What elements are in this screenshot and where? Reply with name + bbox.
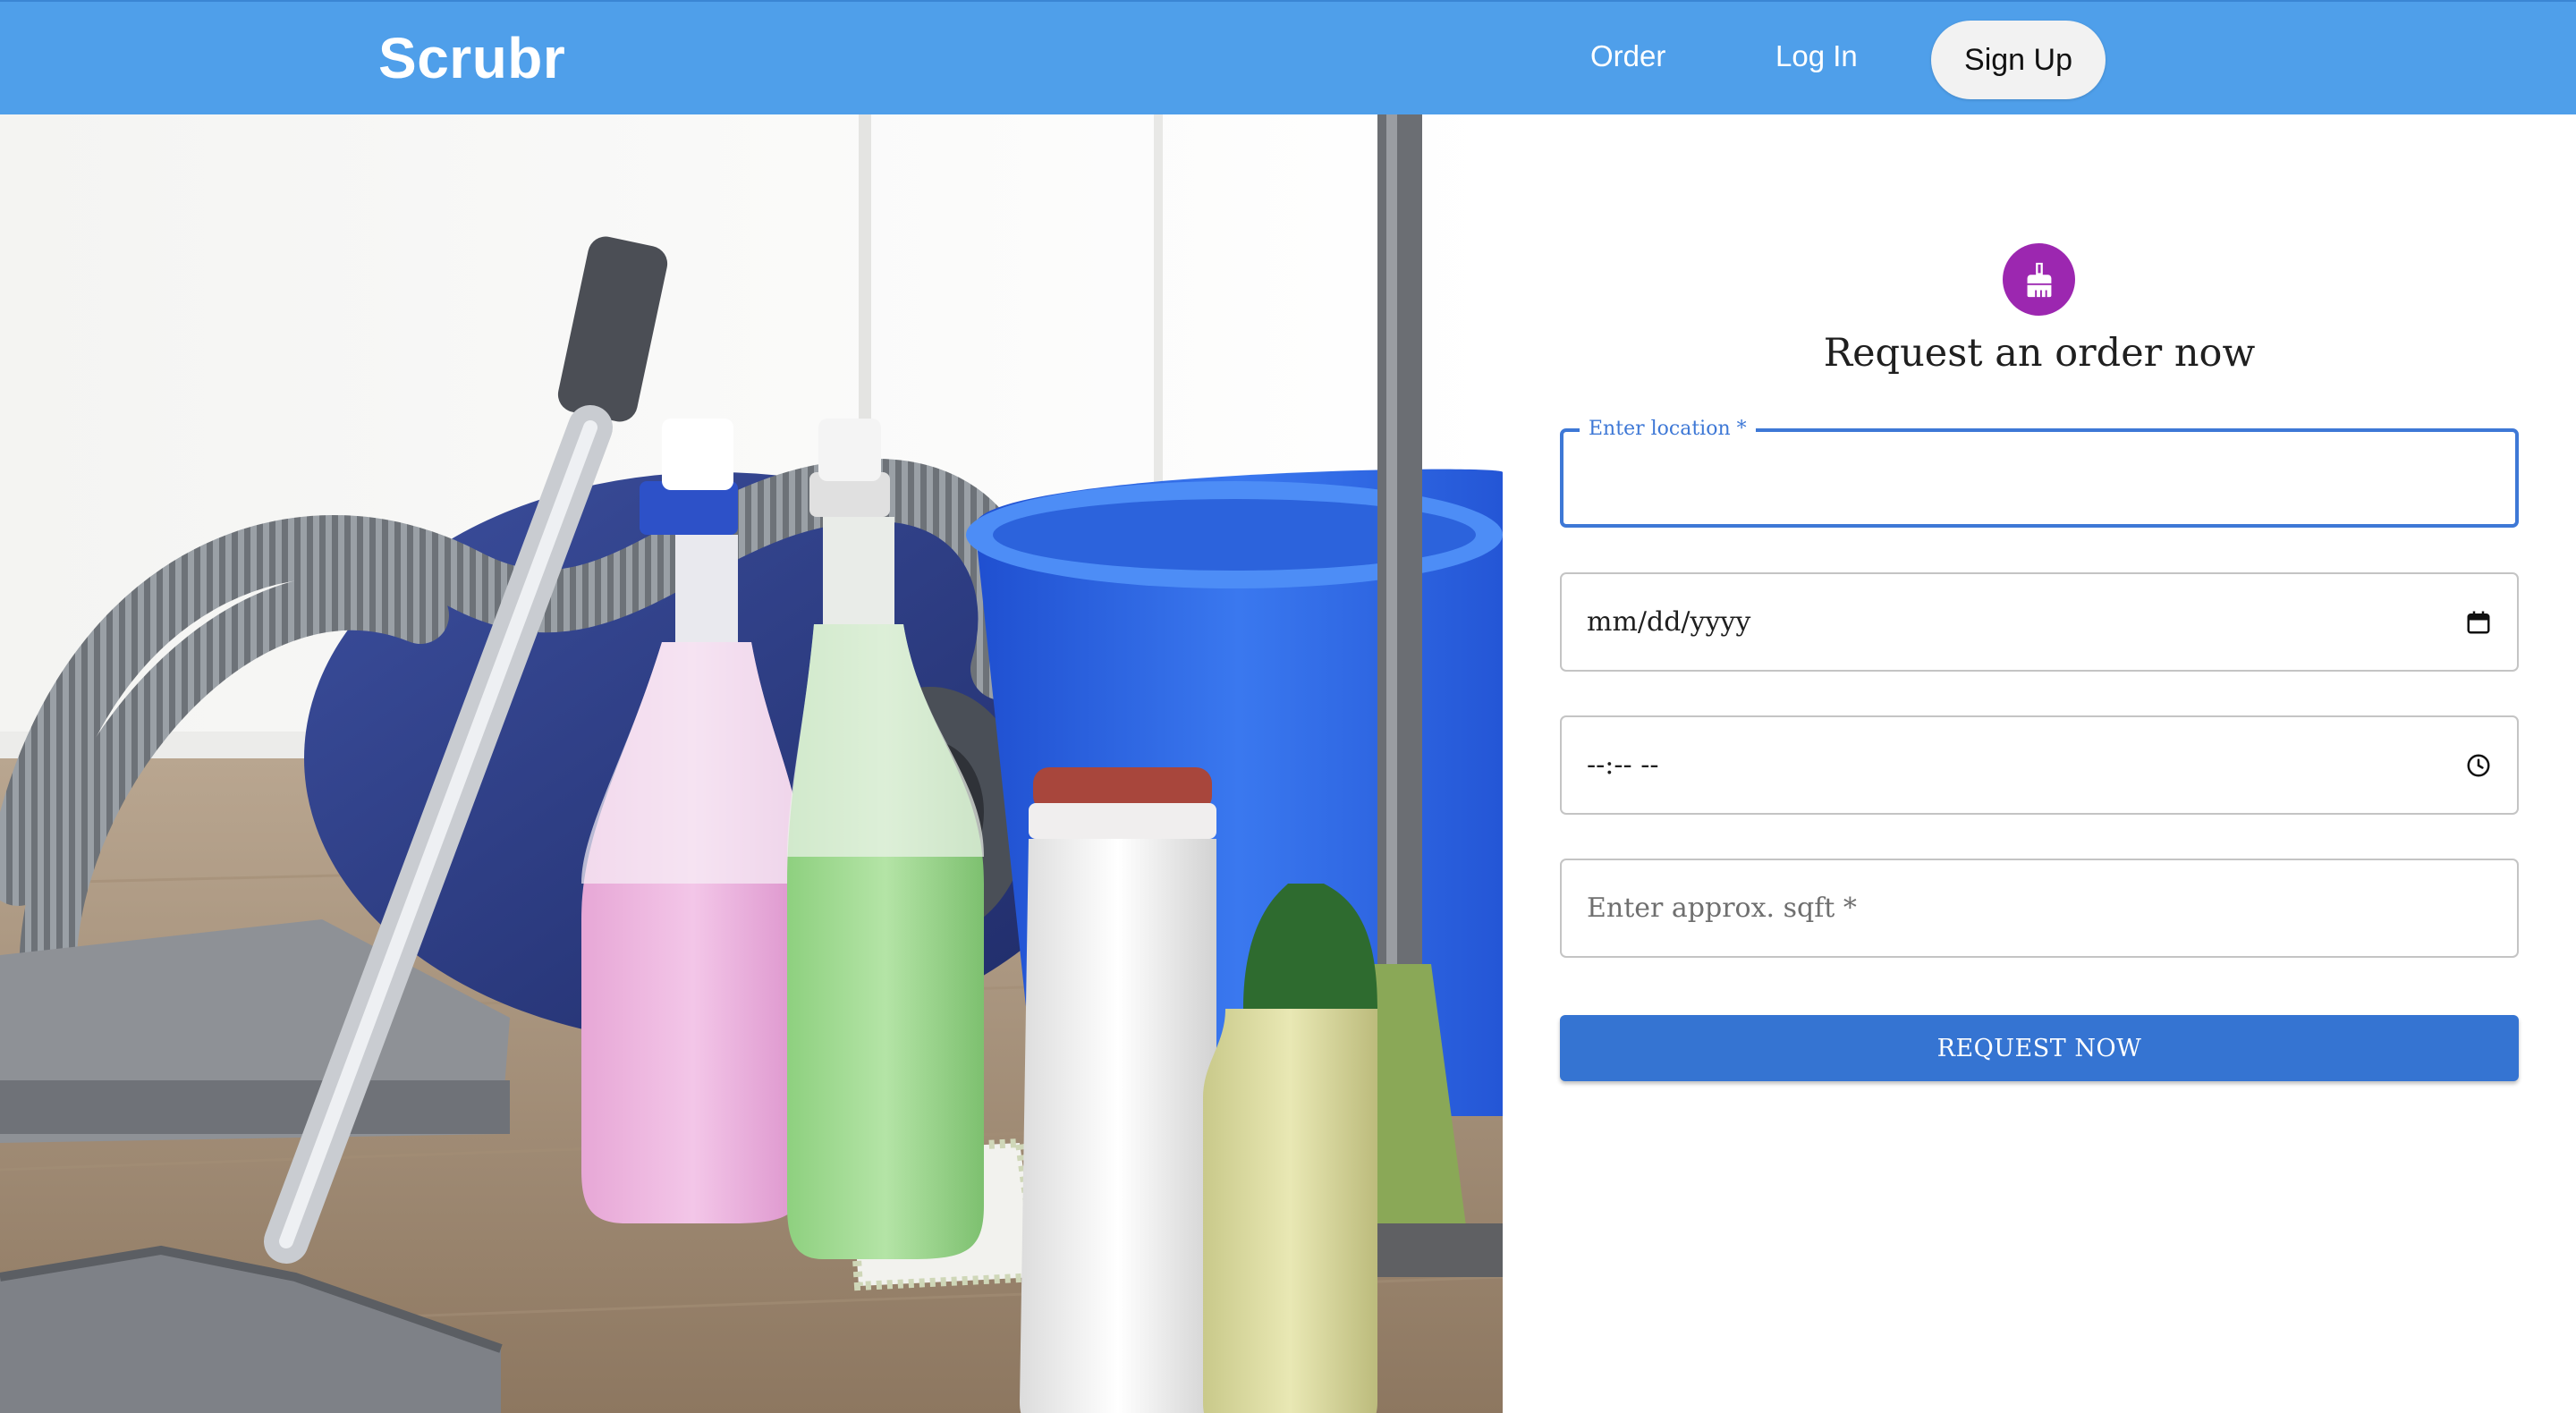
hero-image bbox=[0, 114, 1503, 1413]
nav-link-order[interactable]: Order bbox=[1590, 39, 1665, 73]
clock-icon[interactable] bbox=[2465, 717, 2492, 813]
sqft-input[interactable] bbox=[1562, 860, 2517, 956]
broom-icon bbox=[2027, 262, 2051, 297]
cleaning-supplies-photo bbox=[0, 114, 1503, 1413]
signup-button[interactable]: Sign Up bbox=[1931, 21, 2106, 99]
nav-link-login[interactable]: Log In bbox=[1775, 39, 1858, 73]
calendar-icon[interactable] bbox=[2465, 574, 2492, 670]
date-placeholder: mm/dd/yyyy bbox=[1587, 606, 1751, 638]
top-navbar: Scrubr Order Log In Sign Up bbox=[0, 0, 2576, 114]
date-field[interactable]: mm/dd/yyyy bbox=[1560, 572, 2519, 672]
time-field[interactable]: --:-- -- bbox=[1560, 715, 2519, 815]
form-title: Request an order now bbox=[1823, 331, 2256, 376]
brand-logo[interactable]: Scrubr bbox=[378, 25, 565, 91]
location-field[interactable]: Enter location * bbox=[1560, 417, 2519, 528]
form-avatar bbox=[2003, 243, 2075, 316]
sqft-field[interactable] bbox=[1560, 859, 2519, 958]
time-placeholder: --:-- -- bbox=[1587, 749, 1659, 781]
location-input[interactable] bbox=[1563, 432, 2515, 524]
request-now-button[interactable]: REQUEST NOW bbox=[1560, 1015, 2519, 1081]
signup-button-label: Sign Up bbox=[1964, 42, 2072, 77]
